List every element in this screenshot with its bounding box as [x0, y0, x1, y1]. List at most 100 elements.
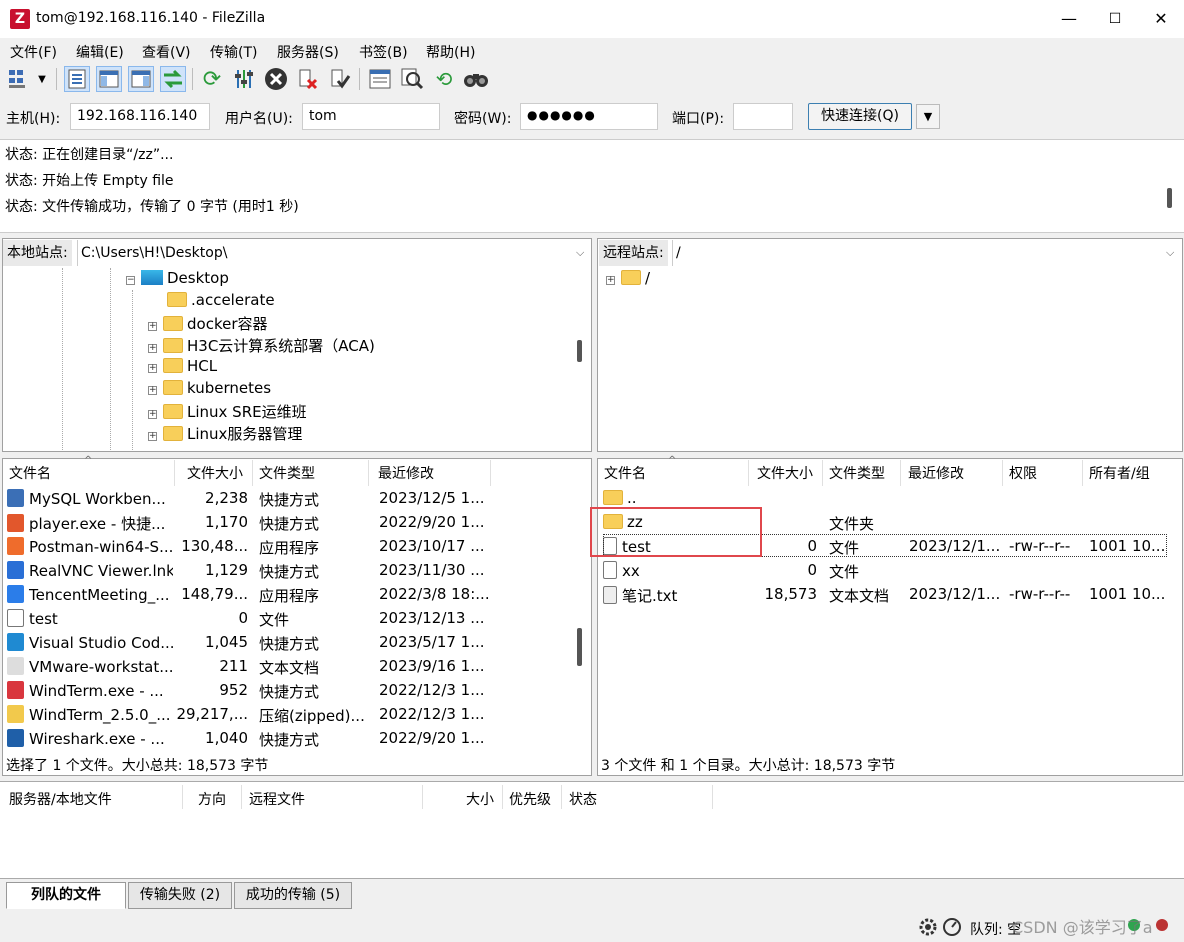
remote-path-input[interactable]: /	[672, 240, 1182, 266]
menu-edit[interactable]: 编辑(E)	[76, 42, 124, 62]
password-input[interactable]: ●●●●●●	[520, 103, 658, 130]
queue-col-direction[interactable]: 方向	[198, 789, 226, 809]
column-separator[interactable]	[490, 460, 491, 486]
local-file-row[interactable]: MySQL Workben... 2,238 快捷方式 2023/12/5 1...	[4, 486, 574, 510]
site-manager-dropdown-icon[interactable]: ▼	[34, 66, 50, 92]
queue-col-remote[interactable]: 远程文件	[249, 789, 305, 809]
toggle-local-tree-icon[interactable]	[96, 66, 122, 92]
menu-file[interactable]: 文件(F)	[10, 42, 57, 62]
host-input[interactable]: 192.168.116.140	[70, 103, 210, 130]
port-input[interactable]	[733, 103, 793, 130]
remote-path-dropdown-icon[interactable]: ⌵	[1166, 240, 1174, 266]
local-col-filesize[interactable]: 文件大小	[187, 463, 243, 483]
local-file-row[interactable]: WindTerm_2.5.0_... 29,217,... 压缩(zipped)..…	[4, 702, 574, 726]
column-separator[interactable]	[502, 785, 503, 809]
local-file-row[interactable]: Visual Studio Cod... 1,045 快捷方式 2023/5/17 1…	[4, 630, 574, 654]
expand-icon[interactable]: +	[606, 276, 615, 285]
toggle-queue-icon[interactable]	[160, 66, 186, 92]
directory-listing-filter-icon[interactable]	[367, 66, 393, 92]
local-file-row[interactable]: Postman-win64-S... 130,48... 应用程序 2023/10/1…	[4, 534, 574, 558]
local-col-modified[interactable]: 最近修改	[378, 463, 434, 483]
menu-bookmarks[interactable]: 书签(B)	[359, 42, 408, 62]
toggle-remote-tree-icon[interactable]	[128, 66, 154, 92]
reconnect-icon[interactable]	[327, 66, 353, 92]
column-separator[interactable]	[182, 785, 183, 809]
search-icon[interactable]	[463, 66, 489, 92]
queue-col-priority[interactable]: 优先级	[509, 789, 551, 809]
column-separator[interactable]	[422, 785, 423, 809]
local-col-filetype[interactable]: 文件类型	[259, 463, 315, 483]
column-separator[interactable]	[748, 460, 749, 486]
column-separator[interactable]	[561, 785, 562, 809]
column-separator[interactable]	[822, 460, 823, 486]
queue-col-status[interactable]: 状态	[569, 789, 597, 809]
refresh-icon[interactable]: ⟳	[199, 66, 225, 92]
remote-col-permissions[interactable]: 权限	[1009, 463, 1037, 483]
message-log[interactable]	[0, 139, 1184, 233]
expand-icon[interactable]: +	[148, 344, 157, 353]
quickconnect-dropdown-icon[interactable]: ▼	[916, 104, 940, 129]
speed-limit-icon[interactable]	[942, 917, 962, 937]
site-manager-icon[interactable]	[6, 66, 32, 92]
column-separator[interactable]	[252, 460, 253, 486]
tab-successful-transfers[interactable]: 成功的传输 (5)	[234, 882, 352, 909]
menu-help[interactable]: 帮助(H)	[426, 42, 475, 62]
collapse-icon[interactable]: −	[126, 276, 135, 285]
tree-node-desktop[interactable]: − Desktop	[126, 269, 229, 287]
maximize-button[interactable]: ☐	[1092, 0, 1138, 38]
remote-col-filetype[interactable]: 文件类型	[829, 463, 885, 483]
log-scrollbar[interactable]	[1167, 188, 1172, 208]
column-separator[interactable]	[1082, 460, 1083, 486]
remote-col-filesize[interactable]: 文件大小	[757, 463, 813, 483]
filter-icon[interactable]	[231, 66, 257, 92]
compare-icon[interactable]	[399, 66, 425, 92]
toggle-log-icon[interactable]	[64, 66, 90, 92]
remote-col-modified[interactable]: 最近修改	[908, 463, 964, 483]
menu-view[interactable]: 查看(V)	[142, 42, 191, 62]
queue-col-server-local[interactable]: 服务器/本地文件	[9, 789, 112, 809]
local-file-row[interactable]: Wireshark.exe - ... 1,040 快捷方式 2022/9/20 1.…	[4, 726, 574, 750]
cancel-icon[interactable]	[263, 66, 289, 92]
local-file-row[interactable]: WindTerm.exe - ... 952 快捷方式 2022/12/3 1...	[4, 678, 574, 702]
local-file-row[interactable]: VMware-workstat... 211 文本文档 2023/9/16 1...	[4, 654, 574, 678]
local-file-row[interactable]: TencentMeeting_... 148,79... 应用程序 2022/3/8 …	[4, 582, 574, 606]
sync-browse-icon[interactable]: ⟲	[431, 66, 457, 92]
tree-node-linux-server[interactable]: + Linux服务器管理	[148, 423, 302, 444]
expand-icon[interactable]: +	[148, 322, 157, 331]
local-file-row[interactable]: player.exe - 快捷... 1,170 快捷方式 2022/9/20 1..…	[4, 510, 574, 534]
tree-node-h3c[interactable]: + H3C云计算系统部署（ACA)	[148, 335, 375, 356]
expand-icon[interactable]: +	[148, 386, 157, 395]
remote-col-filename[interactable]: 文件名	[604, 463, 646, 483]
username-input[interactable]: tom	[302, 103, 440, 130]
minimize-button[interactable]: —	[1046, 0, 1092, 38]
disconnect-icon[interactable]	[295, 66, 321, 92]
tree-node-accelerate[interactable]: .accelerate	[167, 291, 275, 309]
remote-col-owner[interactable]: 所有者/组	[1089, 463, 1150, 483]
local-file-row[interactable]: test 0 文件 2023/12/13 ...	[4, 606, 574, 630]
queue-col-size[interactable]: 大小	[466, 789, 494, 809]
column-separator[interactable]	[241, 785, 242, 809]
close-button[interactable]: ✕	[1138, 0, 1184, 38]
remote-file-row[interactable]: xx 0 文件	[600, 558, 1170, 582]
tree-node-kubernetes[interactable]: + kubernetes	[148, 379, 271, 397]
tree-node-linux-sre[interactable]: + Linux SRE运维班	[148, 401, 307, 422]
remote-file-row[interactable]: 笔记.txt 18,573 文本文档 2023/12/1... -rw-r--r-- 10…	[600, 582, 1170, 606]
column-separator[interactable]	[712, 785, 713, 809]
column-separator[interactable]	[900, 460, 901, 486]
tree-node-hcl[interactable]: + HCL	[148, 357, 217, 375]
local-tree-scrollbar[interactable]	[577, 340, 582, 362]
expand-icon[interactable]: +	[148, 432, 157, 441]
tree-node-docker[interactable]: + docker容器	[148, 313, 268, 334]
local-file-row[interactable]: RealVNC Viewer.lnk 1,129 快捷方式 2023/11/30 ..…	[4, 558, 574, 582]
settings-gear-icon[interactable]	[918, 917, 938, 937]
tab-queued-files[interactable]: 列队的文件	[6, 882, 126, 909]
local-list-scrollbar[interactable]	[577, 628, 582, 666]
column-separator[interactable]	[368, 460, 369, 486]
quickconnect-button[interactable]: 快速连接(Q)	[808, 103, 912, 130]
local-col-filename[interactable]: 文件名	[9, 463, 51, 483]
remote-tree-root[interactable]: + /	[606, 269, 650, 287]
expand-icon[interactable]: +	[148, 410, 157, 419]
expand-icon[interactable]: +	[148, 364, 157, 373]
column-separator[interactable]	[1002, 460, 1003, 486]
menu-transfer[interactable]: 传输(T)	[210, 42, 257, 62]
